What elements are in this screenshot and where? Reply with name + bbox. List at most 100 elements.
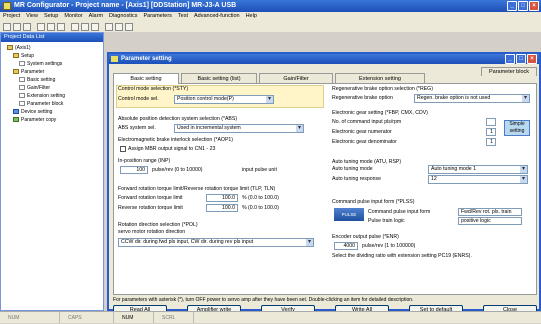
- new-icon[interactable]: [3, 22, 11, 31]
- encoder-input[interactable]: 4000: [334, 242, 358, 250]
- minimize-button[interactable]: _: [505, 54, 515, 64]
- project-data-panel: Project Data List (Axis1) Setup System s…: [0, 32, 104, 311]
- tree-item-basic-setting[interactable]: Basic setting: [3, 76, 101, 84]
- menu-project[interactable]: Project: [3, 12, 20, 21]
- tree-item-system-settings[interactable]: System settings: [3, 60, 101, 68]
- rotation-section-title: Rotation direction selection (*POL): [118, 222, 198, 228]
- dialog-icon: [111, 56, 118, 62]
- camera-icon[interactable]: [115, 22, 123, 31]
- status-field: NUM: [0, 312, 60, 323]
- pulse-logic-field[interactable]: positive logic: [458, 217, 522, 225]
- forward-torque-input[interactable]: 100.0: [206, 194, 238, 202]
- dialog-window-controls: _ □ ×: [505, 54, 537, 64]
- menu-alarm[interactable]: Alarm: [89, 12, 103, 21]
- pulse-form-field[interactable]: Fwd/Rev rot. pls. train: [458, 208, 522, 216]
- abs-section-title: Absolute position detection system selec…: [118, 116, 238, 122]
- device-icon: [13, 109, 19, 115]
- tab-basic-setting[interactable]: Basic setting: [113, 73, 179, 84]
- regen-label: Regenerative brake option: [332, 95, 393, 101]
- tree-item-parameter-copy[interactable]: Parameter copy: [3, 116, 101, 124]
- tuning-section-title: Auto tuning mode (ATU, RSP): [332, 159, 402, 165]
- tab-parameter-block[interactable]: Parameter block: [481, 67, 537, 76]
- tree-item-setup[interactable]: Setup: [3, 52, 101, 60]
- menu-test[interactable]: Test: [178, 12, 188, 21]
- numerator-input[interactable]: 1: [486, 128, 496, 136]
- abs-select[interactable]: Used in incremental system: [174, 124, 304, 133]
- project-tree: (Axis1) Setup System settings Parameter …: [1, 42, 103, 126]
- close-button[interactable]: ×: [527, 54, 537, 64]
- encoder-note: Select the dividing ratio with extension…: [332, 253, 472, 259]
- test-icon[interactable]: [105, 22, 113, 31]
- window-controls: _ □ ×: [507, 1, 539, 11]
- encoder-unit: pulse/rev (1 to 100000): [362, 243, 416, 249]
- tool-icon[interactable]: [47, 22, 55, 31]
- status-field: NUM: [114, 312, 154, 323]
- tuning-mode-select[interactable]: Auto tuning mode 1: [428, 165, 528, 174]
- menu-monitor[interactable]: Monitor: [64, 12, 82, 21]
- menu-setup[interactable]: Setup: [44, 12, 58, 21]
- status-bar: NUM CAPS NUM SCRL: [0, 311, 541, 323]
- search-icon[interactable]: [81, 22, 89, 31]
- status-field: SCRL: [154, 312, 194, 323]
- tree-item-axis[interactable]: (Axis1): [3, 44, 101, 52]
- torque-section-title: Forward rotation torque limit/Reverse ro…: [118, 186, 276, 192]
- encoder-section-title: Encoder output pulse (*ENR): [332, 234, 399, 240]
- maximize-button[interactable]: □: [516, 54, 526, 64]
- tab-basic-setting-list[interactable]: Basic setting (list): [181, 73, 257, 83]
- maximize-button[interactable]: □: [518, 1, 528, 11]
- tool-icon[interactable]: [57, 22, 65, 31]
- tree-item-gain-filter[interactable]: Gain/Filter: [3, 84, 101, 92]
- grid-icon[interactable]: [125, 22, 133, 31]
- dialog-title-bar: Parameter setting _ □ ×: [109, 54, 539, 64]
- feedback-input[interactable]: [486, 118, 496, 126]
- rotation-select[interactable]: CCW dir. during fwd pls input, CW dir. d…: [118, 238, 314, 247]
- dialog-title: Parameter setting: [121, 56, 172, 62]
- inposition-input[interactable]: 100: [120, 166, 148, 174]
- menu-help[interactable]: Help: [246, 12, 257, 21]
- tree-item-parameter-block[interactable]: Parameter block: [3, 100, 101, 108]
- monitor-icon[interactable]: [71, 22, 79, 31]
- reverse-torque-input[interactable]: 100.0: [206, 204, 238, 212]
- numerator-label: Electronic gear numerator: [332, 129, 392, 135]
- save-icon[interactable]: [23, 22, 31, 31]
- folder-icon: [13, 53, 19, 59]
- app-title-bar: MR Configurator - Project name - [Axis1]…: [0, 0, 541, 12]
- tuning-response-select[interactable]: 12: [428, 175, 528, 184]
- tab-gain-filter[interactable]: Gain/Filter: [259, 73, 333, 83]
- menu-advanced[interactable]: Advanced-function: [194, 12, 240, 21]
- inposition-section-title: In-position range (INP): [118, 158, 171, 164]
- menu-parameters[interactable]: Parameters: [143, 12, 171, 21]
- pulse-section-title: Command pulse input form (*PLSS): [332, 199, 415, 205]
- simple-setting-button[interactable]: Simple setting: [504, 120, 530, 136]
- app-title: MR Configurator - Project name - [Axis1]…: [14, 2, 237, 9]
- status-field: CAPS: [60, 312, 114, 323]
- tab-extension-setting[interactable]: Extension setting: [335, 73, 425, 83]
- parameter-form: Control mode selection (*STY) Control mo…: [113, 83, 537, 295]
- tree-item-device-setting[interactable]: Device setting: [3, 108, 101, 116]
- denominator-input[interactable]: 1: [486, 138, 496, 146]
- control-mode-select[interactable]: Position control mode(P): [174, 95, 274, 104]
- graph-icon[interactable]: [91, 22, 99, 31]
- folder-icon: [13, 69, 19, 75]
- minimize-button[interactable]: _: [507, 1, 517, 11]
- menu-diagnostics[interactable]: Diagnostics: [109, 12, 137, 21]
- open-icon[interactable]: [13, 22, 21, 31]
- regen-select[interactable]: Regen. brake option is not used: [414, 94, 530, 103]
- brake-checkbox[interactable]: [120, 146, 126, 152]
- feedback-label: No. of command input pls/rpm: [332, 119, 402, 125]
- tree-item-parameter[interactable]: Parameter: [3, 68, 101, 76]
- page-icon: [19, 85, 25, 91]
- print-icon[interactable]: [37, 22, 45, 31]
- tuning-response-label: Auto tuning response: [332, 176, 382, 182]
- reverse-torque-unit: % (0.0 to 100.0): [242, 205, 279, 211]
- denominator-label: Electronic gear denominator: [332, 139, 397, 145]
- abs-label: ABS system sel.: [118, 125, 156, 131]
- menu-view[interactable]: View: [26, 12, 38, 21]
- close-button[interactable]: ×: [529, 1, 539, 11]
- panel-title: Project Data List: [1, 33, 103, 42]
- menu-bar: Project View Setup Monitor Alarm Diagnos…: [0, 12, 541, 21]
- app-icon: [3, 2, 11, 10]
- inposition-note: input pulse unit: [242, 167, 277, 173]
- tree-item-extension-setting[interactable]: Extension setting: [3, 92, 101, 100]
- forward-torque-unit: % (0.0 to 100.0): [242, 195, 279, 201]
